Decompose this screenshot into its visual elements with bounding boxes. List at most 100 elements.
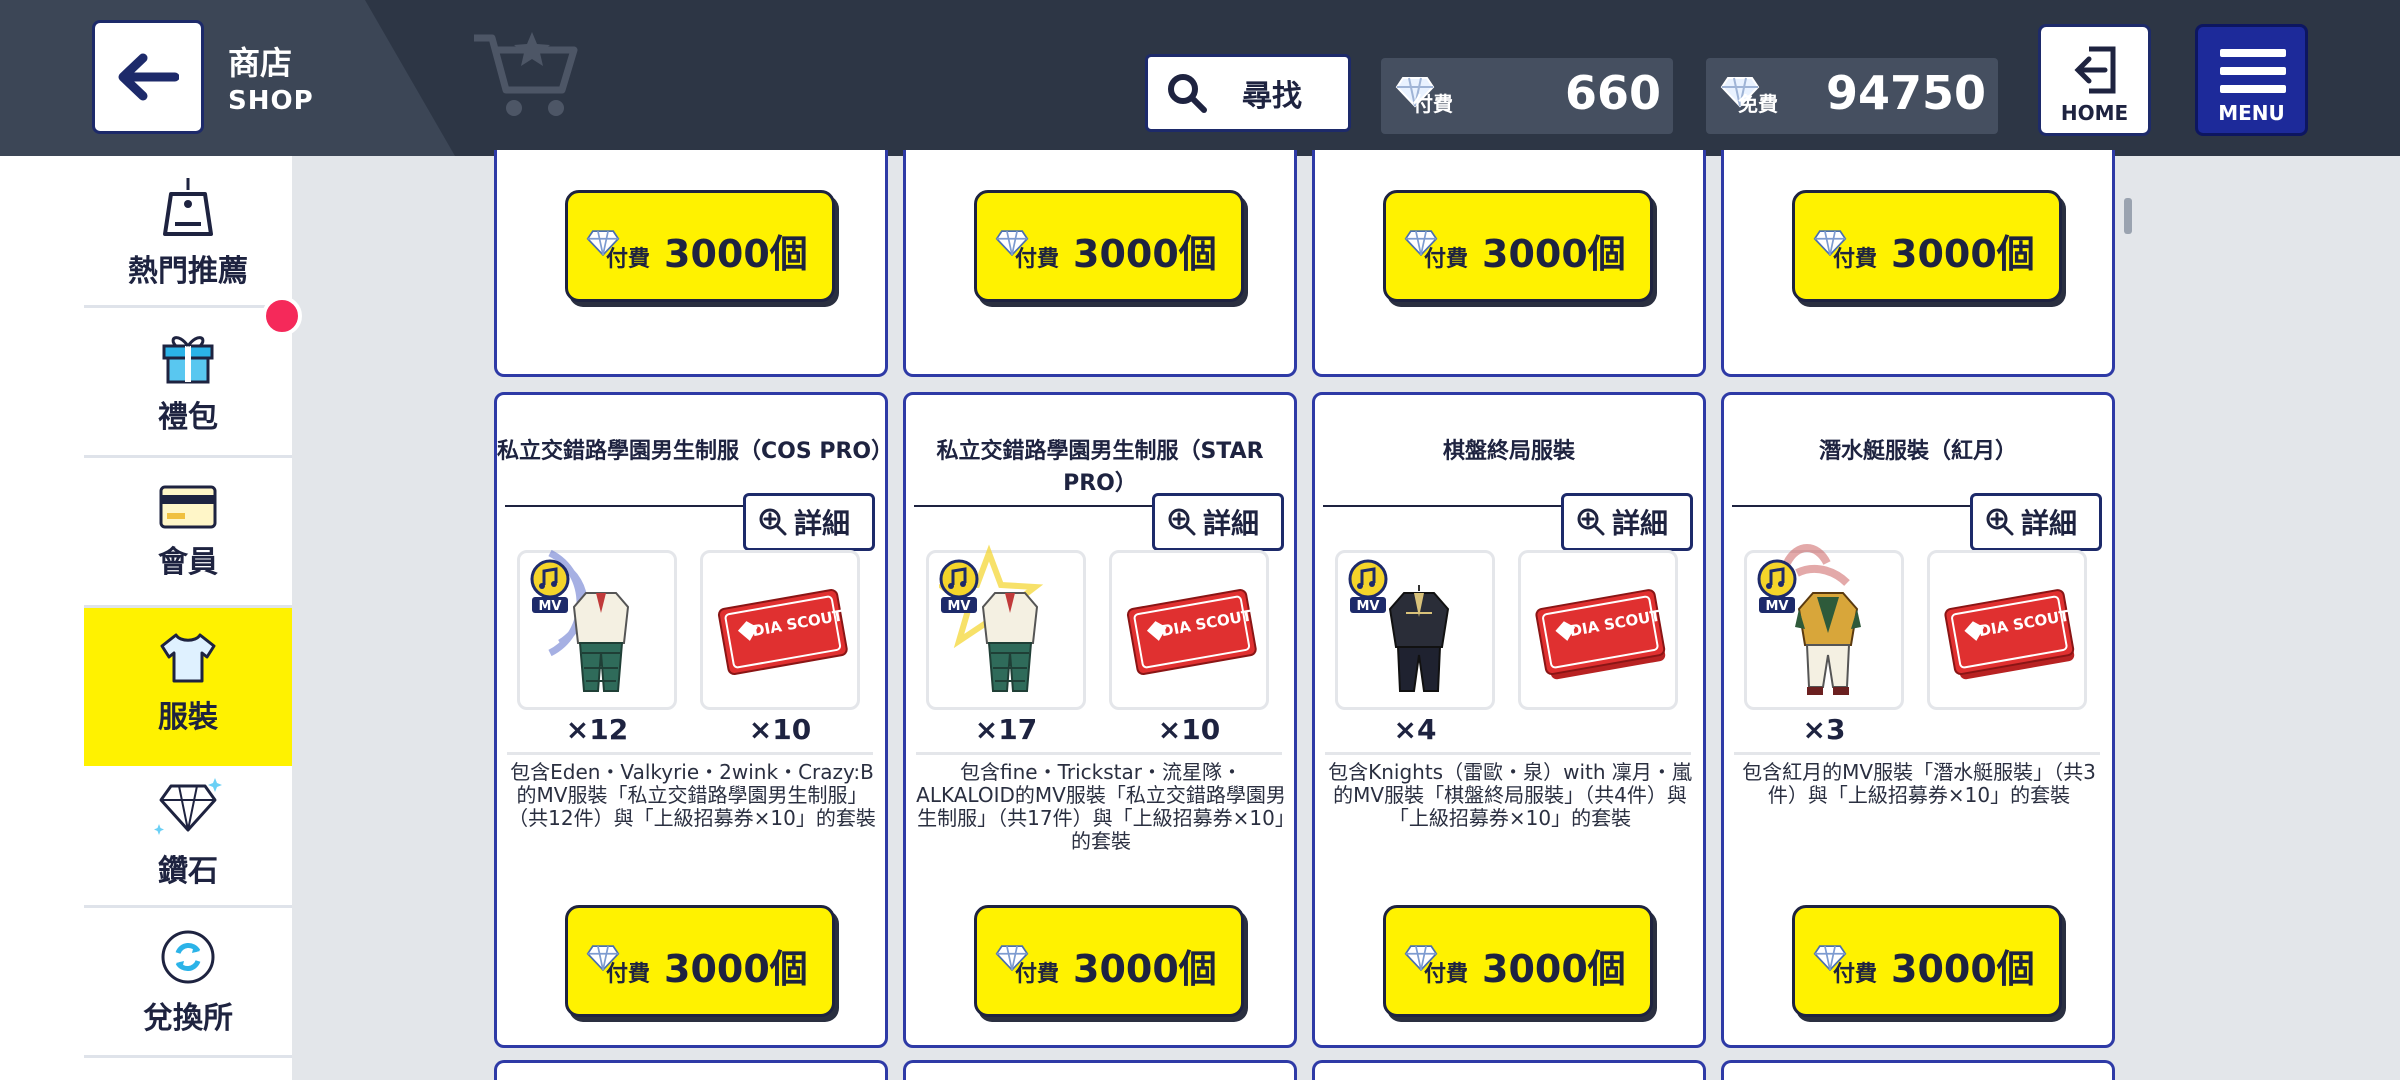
price-currency-label: 付費 bbox=[1424, 962, 1469, 987]
svg-text:MV: MV bbox=[539, 599, 562, 614]
ticket-thumbnail[interactable]: DIA SCOUT bbox=[700, 550, 860, 710]
product-card[interactable]: 潛水艇服裝（紅月） 詳細 MV DIA SCOUT ×3 包含紅月的MV服裝「潛… bbox=[1721, 392, 2115, 1048]
price-button[interactable]: 付費 3000個 bbox=[974, 190, 1244, 302]
price-button[interactable]: 付費 3000個 bbox=[565, 905, 835, 1017]
sidebar-item-label: 兌換所 bbox=[143, 1000, 233, 1036]
hamburger-icon bbox=[2220, 49, 2286, 103]
outfit-thumbnail[interactable]: MV bbox=[926, 544, 1086, 710]
price-button[interactable]: 付費 3000個 bbox=[565, 190, 835, 302]
home-button[interactable]: HOME bbox=[2038, 24, 2151, 136]
sidebar-item-label: 會員 bbox=[158, 544, 218, 580]
product-card-partial: 付費 3000個 bbox=[903, 150, 1297, 377]
price-button[interactable]: 付費 3000個 bbox=[1383, 905, 1653, 1017]
free-value: 94750 bbox=[1825, 66, 1986, 120]
sidebar-item-membership[interactable]: 會員 bbox=[84, 460, 292, 608]
price-value: 3000個 bbox=[1482, 232, 1626, 276]
sidebar-item-recommended[interactable]: 熱門推薦 bbox=[84, 160, 292, 308]
scrollbar-thumb[interactable] bbox=[2124, 198, 2132, 234]
dia-scout-ticket-stack-icon: DIA SCOUT bbox=[1535, 589, 1666, 680]
tshirt-icon bbox=[160, 633, 216, 683]
product-description: 包含Eden・Valkyrie・2wink・Crazy:B的MV服裝「私立交錯路… bbox=[508, 760, 876, 830]
product-description: 包含紅月的MV服裝「潛水艇服裝」（共3件）與「上級招募券×10」的套裝 bbox=[1742, 760, 2096, 807]
ticket-quantity: ×10 bbox=[748, 713, 812, 746]
zoom-in-icon bbox=[1168, 508, 1196, 536]
price-value: 3000個 bbox=[1073, 947, 1217, 991]
dia-scout-ticket-icon: DIA SCOUT bbox=[717, 589, 848, 675]
svg-text:MV: MV bbox=[948, 599, 971, 614]
detail-button[interactable]: 詳細 bbox=[743, 493, 875, 551]
product-card-partial: 付費 3000個 bbox=[494, 150, 888, 377]
detail-button[interactable]: 詳細 bbox=[1970, 493, 2102, 551]
arrow-left-icon bbox=[118, 53, 179, 101]
outfit-quantity: ×12 bbox=[565, 713, 629, 746]
paid-diamond-balance: 付費 660 bbox=[1381, 58, 1673, 134]
product-card-partial bbox=[903, 1060, 1297, 1080]
outfit-quantity: ×4 bbox=[1393, 713, 1437, 746]
zoom-in-icon bbox=[1986, 508, 2014, 536]
price-button[interactable]: 付費 3000個 bbox=[1383, 190, 1653, 302]
svg-text:MV: MV bbox=[1357, 599, 1380, 614]
price-currency-label: 付費 bbox=[1015, 962, 1060, 987]
free-label: 免費 bbox=[1738, 92, 1778, 116]
detail-button[interactable]: 詳細 bbox=[1152, 493, 1284, 551]
page-title: 商店 bbox=[228, 44, 293, 82]
home-label: HOME bbox=[2060, 101, 2129, 125]
notification-badge bbox=[262, 296, 302, 336]
price-currency-label: 付費 bbox=[606, 962, 651, 987]
price-currency-label: 付費 bbox=[1015, 247, 1060, 272]
product-title: 潛水艇服裝（紅月） bbox=[1818, 439, 2017, 464]
gift-icon bbox=[162, 335, 214, 383]
outfit-quantity: ×3 bbox=[1802, 713, 1846, 746]
product-title: 私立交錯路學園男生制服（STAR PRO） bbox=[936, 439, 1264, 496]
title-divider bbox=[505, 505, 755, 507]
back-button[interactable] bbox=[92, 20, 204, 134]
detail-button[interactable]: 詳細 bbox=[1561, 493, 1693, 551]
divider bbox=[1734, 752, 2100, 755]
product-description: 包含Knights（雷歐・泉）with 凜月・嵐的MV服裝「棋盤終局服裝」（共4… bbox=[1328, 760, 1692, 830]
ticket-thumbnail[interactable]: DIA SCOUT bbox=[1518, 550, 1678, 710]
menu-button[interactable]: MENU bbox=[2195, 24, 2308, 136]
price-currency-label: 付費 bbox=[606, 247, 651, 272]
product-card[interactable]: 棋盤終局服裝 詳細 MV DIA SCOUT ×4 包含Knights（雷歐・泉… bbox=[1312, 392, 1706, 1048]
title-divider bbox=[1323, 505, 1573, 507]
ticket-thumbnail[interactable]: DIA SCOUT bbox=[1927, 550, 2087, 710]
card-icon bbox=[159, 485, 217, 528]
price-button[interactable]: 付費 3000個 bbox=[1792, 905, 2062, 1017]
price-button[interactable]: 付費 3000個 bbox=[1792, 190, 2062, 302]
price-value: 3000個 bbox=[1891, 947, 2035, 991]
divider bbox=[507, 752, 873, 755]
sidebar-item-label: 禮包 bbox=[158, 399, 218, 435]
sidebar-item-costume[interactable]: 服裝 bbox=[84, 610, 292, 758]
top-bar: 商店 SHOP 尋找 付費 660 免費 94750 HOME MENU bbox=[0, 0, 2400, 156]
price-tag-icon bbox=[163, 177, 213, 236]
ticket-thumbnail[interactable]: DIA SCOUT bbox=[1109, 550, 1269, 710]
search-label: 尋找 bbox=[1242, 79, 1302, 114]
sidebar-item-gift-pack[interactable]: 禮包 bbox=[84, 310, 292, 458]
outfit-thumbnail[interactable]: MV bbox=[517, 549, 677, 710]
sidebar-item-exchange[interactable]: 兌換所 bbox=[84, 910, 292, 1058]
product-card-partial: 付費 3000個 bbox=[1312, 150, 1706, 377]
free-diamond-balance: 免費 94750 bbox=[1706, 58, 1998, 134]
price-currency-label: 付費 bbox=[1833, 962, 1878, 987]
svg-text:MV: MV bbox=[1766, 599, 1789, 614]
zoom-in-icon bbox=[1577, 508, 1605, 536]
detail-label: 詳細 bbox=[794, 507, 851, 540]
outfit-thumbnail[interactable]: MV bbox=[1335, 550, 1495, 710]
product-title: 私立交錯路學園男生制服（COS PRO） bbox=[497, 439, 894, 464]
outfit-thumbnail[interactable]: MV bbox=[1744, 544, 1904, 710]
price-button[interactable]: 付費 3000個 bbox=[974, 905, 1244, 1017]
ticket-quantity: ×10 bbox=[1157, 713, 1221, 746]
page-subtitle: SHOP bbox=[228, 86, 314, 116]
home-exit-icon bbox=[2074, 46, 2116, 94]
product-card-partial bbox=[1312, 1060, 1706, 1080]
product-card-partial bbox=[494, 1060, 888, 1080]
paid-label: 付費 bbox=[1413, 92, 1453, 116]
product-card[interactable]: 私立交錯路學園男生制服（COS PRO） 詳細 MV DIA SCOUT ×12… bbox=[494, 392, 894, 1048]
product-card[interactable]: 私立交錯路學園男生制服（STAR PRO） 詳細 MV DIA SCOUT ×1… bbox=[903, 392, 1297, 1048]
product-card-partial: 付費 3000個 bbox=[1721, 150, 2115, 377]
search-button[interactable]: 尋找 bbox=[1145, 54, 1351, 132]
exchange-icon bbox=[161, 930, 215, 983]
product-description: 包含fine・Trickstar・流星隊・ALKALOID的MV服裝「私立交錯路… bbox=[916, 760, 1286, 853]
price-value: 3000個 bbox=[664, 947, 808, 991]
sidebar-item-diamond[interactable]: 鑽石 bbox=[84, 760, 292, 908]
